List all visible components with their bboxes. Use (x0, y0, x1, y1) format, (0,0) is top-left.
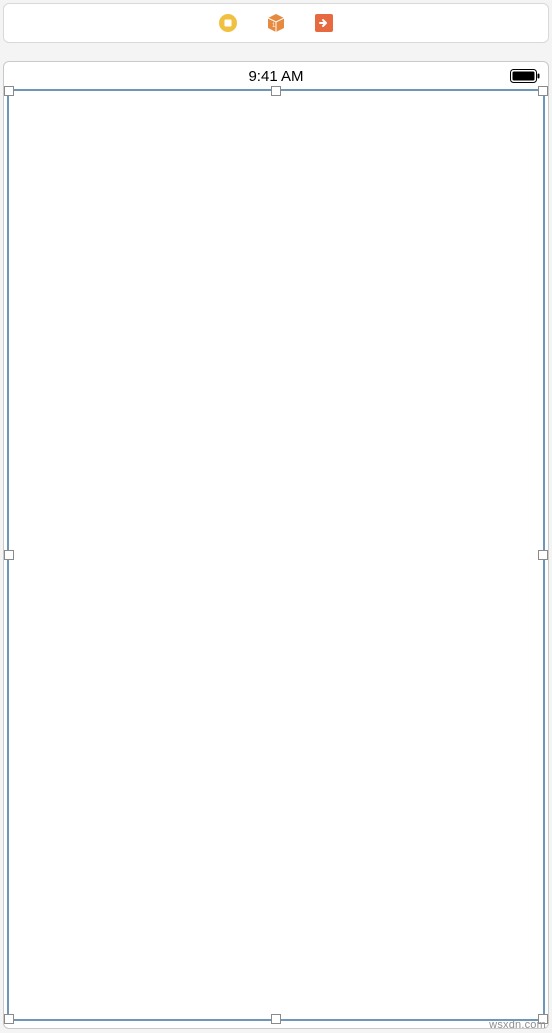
selected-view[interactable] (7, 89, 545, 1021)
resize-handle-bottom-center[interactable] (271, 1014, 281, 1024)
resize-handle-bottom-left[interactable] (4, 1014, 14, 1024)
resize-handle-top-center[interactable] (271, 86, 281, 96)
resize-handle-top-left[interactable] (4, 86, 14, 96)
watermark: wsxdn.com (489, 1019, 546, 1031)
export-icon[interactable] (313, 12, 335, 34)
record-icon[interactable] (217, 12, 239, 34)
status-time: 9:41 AM (248, 68, 303, 85)
resize-handle-top-right[interactable] (538, 86, 548, 96)
cube-icon[interactable]: 1 (265, 12, 287, 34)
interface-builder-canvas[interactable]: 9:41 AM (3, 61, 549, 1029)
battery-icon (510, 69, 540, 83)
toolbar: 1 (3, 3, 549, 43)
resize-handle-middle-left[interactable] (4, 550, 14, 560)
resize-handle-middle-right[interactable] (538, 550, 548, 560)
